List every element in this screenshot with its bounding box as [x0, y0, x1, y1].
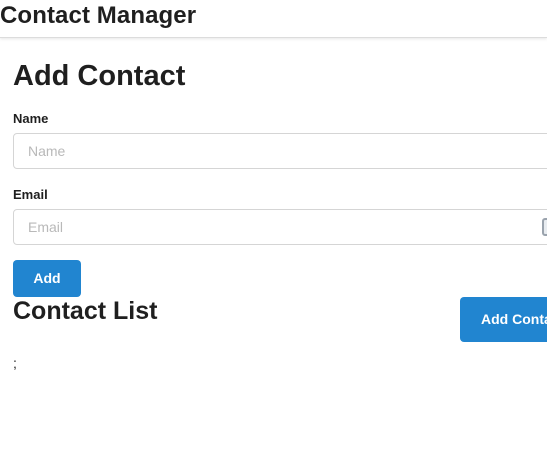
app-header: Contact Manager — [0, 0, 547, 38]
name-label: Name — [13, 111, 49, 126]
contact-list-heading: Contact List — [13, 297, 158, 325]
contact-list-content: ; — [13, 355, 17, 371]
add-contact-button[interactable]: Add Contact — [460, 297, 547, 342]
contact-manager-app: Contact Manager Add Contact Name Email A… — [0, 0, 547, 452]
name-input[interactable] — [13, 133, 547, 169]
autofill-key-icon[interactable] — [542, 218, 547, 236]
email-label: Email — [13, 187, 48, 202]
app-title: Contact Manager — [0, 2, 197, 29]
add-contact-heading: Add Contact — [13, 60, 186, 92]
add-button[interactable]: Add — [13, 260, 81, 297]
email-input[interactable] — [13, 209, 547, 245]
